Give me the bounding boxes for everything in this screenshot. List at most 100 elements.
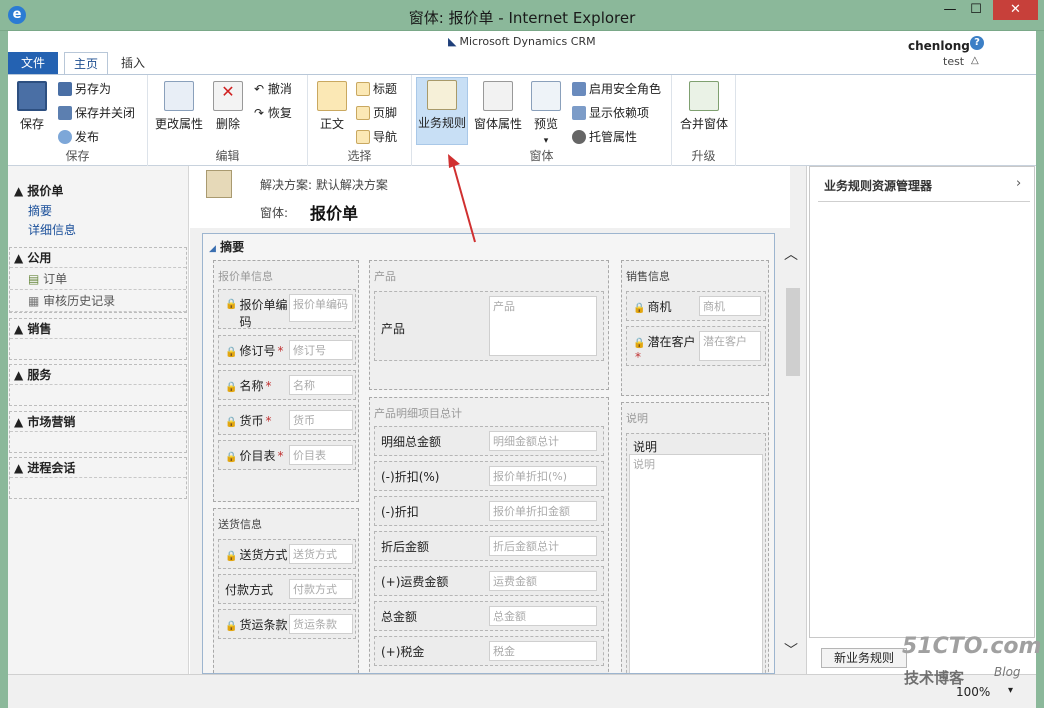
collapse-ribbon-icon[interactable]: △ [971,55,979,66]
field-control[interactable]: 报价单折扣金额 [489,501,597,521]
field-discount-percent[interactable]: (-)折扣(%) 报价单折扣(%) [374,461,604,491]
redo-button[interactable]: ↷ 恢复 [254,102,292,124]
scrollbar-thumb[interactable] [786,288,800,376]
field-control[interactable]: 商机 [699,296,761,316]
field-control[interactable]: 报价单编码 [289,294,353,322]
save-button[interactable]: 保存 [12,79,52,132]
field-freight-amount[interactable]: (+)运费金额 运费金额 [374,566,604,596]
field-control[interactable]: 送货方式 [289,544,353,564]
nav-title[interactable]: ▲ 报价单 [14,182,63,199]
org-name: test [943,55,965,68]
nav-section-header[interactable]: ▲ 市场营销 [10,412,186,432]
field-quote-number[interactable]: 🔒报价单编码* 报价单编码 [218,289,356,329]
section-quote-info[interactable]: 报价单信息 🔒报价单编码* 报价单编码 🔒修订号* 修订号 🔒名称* 名称 🔒货… [213,260,359,502]
help-icon[interactable]: ? [970,36,984,50]
field-opportunity[interactable]: 🔒 商机 商机 [626,291,766,321]
tab-home[interactable]: 主页 [64,52,108,74]
field-control[interactable]: 修订号 [289,340,353,360]
delete-button[interactable]: ✕ 删除 [210,79,246,132]
field-payment-terms[interactable]: 付款方式 付款方式 [218,574,356,604]
field-products-grid[interactable]: 产品 产品 [374,291,604,361]
minimize-button[interactable]: — [937,0,963,20]
field-currency[interactable]: 🔒 货币 * 货币 [218,405,356,435]
enable-security-roles-button[interactable]: 启用安全角色 [572,78,661,100]
publish-button[interactable]: 发布 [58,126,99,148]
field-price-list[interactable]: 🔒 价目表 * 价目表 [218,440,356,470]
field-control[interactable]: 货运条款 [289,614,353,634]
merge-forms-button[interactable]: 合并窗体 [676,79,732,132]
field-control[interactable]: 名称 [289,375,353,395]
nav-section-header[interactable]: ▲ 公用 [10,248,186,268]
field-control[interactable]: 总金额 [489,606,597,626]
field-revision[interactable]: 🔒 修订号 * 修订号 [218,335,356,365]
save-as-button[interactable]: 另存为 [58,78,111,100]
change-properties-button[interactable]: 更改属性 [152,79,206,132]
section-shipping-info[interactable]: 送货信息 🔒 送货方式 送货方式 付款方式 付款方式 🔒 货运条款 货运条款 [213,508,359,673]
field-control[interactable]: 运费金额 [489,571,597,591]
body-button[interactable]: 正文 [314,79,350,132]
section-products[interactable]: 产品 产品 产品 [369,260,609,390]
zoom-dropdown-icon[interactable]: ▾ [1008,685,1013,696]
tab-file[interactable]: 文件 [8,52,58,74]
field-control[interactable]: 说明 [629,454,763,673]
field-total-amount[interactable]: 总金额 总金额 [374,601,604,631]
nav-section-header[interactable]: ▲ 进程会话 [10,458,186,478]
close-button[interactable]: ✕ [993,0,1038,20]
field-tax[interactable]: (+)税金 税金 [374,636,604,666]
preview-button[interactable]: 预览 ▾ [526,79,566,146]
nav-section-header[interactable]: ▲ 服务 [10,365,186,385]
field-detail-amount[interactable]: 明细总金额 明细金额总计 [374,426,604,456]
field-control[interactable]: 明细金额总计 [489,431,597,451]
required-indicator: * [277,449,284,463]
undo-button[interactable]: ↶ 撤消 [254,78,292,100]
field-freight-terms[interactable]: 🔒 货运条款 货运条款 [218,609,356,639]
form-canvas[interactable]: ◢ 摘要 报价单信息 🔒报价单编码* 报价单编码 🔒修订号* 修订号 🔒名称* … [202,233,775,674]
nav-section-drop-area[interactable] [10,478,186,498]
section-description[interactable]: 说明 说明 说明 [621,402,769,673]
required-indicator: * [635,350,641,364]
show-dependencies-button[interactable]: 显示依赖项 [572,102,649,124]
field-label-text: 商机 [647,300,672,314]
field-control[interactable]: 货币 [289,410,353,430]
form-tab-summary[interactable]: ◢ 摘要 [209,238,244,255]
form-properties-button[interactable]: 窗体属性 [472,79,524,132]
scroll-up-icon[interactable]: ︿ [784,244,798,264]
tab-insert[interactable]: 插入 [114,52,152,74]
field-control[interactable]: 折后金额总计 [489,536,597,556]
nav-item-audit-history[interactable]: ▦ 审核历史记录 [10,290,186,312]
maximize-button[interactable]: ☐ [963,0,989,20]
field-shipping-method[interactable]: 🔒 送货方式 送货方式 [218,539,356,569]
field-control[interactable]: 报价单折扣(%) [489,466,597,486]
nav-item-order[interactable]: ▤ 订单 [10,268,186,290]
field-description[interactable]: 说明 说明 [626,433,766,673]
managed-properties-button[interactable]: 托管属性 [572,126,637,148]
footer-button[interactable]: 页脚 [356,102,397,124]
chevron-right-icon[interactable]: › [1016,176,1021,191]
new-business-rule-button[interactable]: 新业务规则 [821,648,907,668]
field-control[interactable]: 税金 [489,641,597,661]
field-control[interactable]: 价目表 [289,445,353,465]
field-pre-freight-amount[interactable]: 折后金额 折后金额总计 [374,531,604,561]
scroll-down-icon[interactable]: ﹀ [784,640,798,660]
business-rules-button[interactable]: 业务规则 [416,77,468,145]
header-button[interactable]: 标题 [356,78,397,100]
section-title: 报价单信息 [218,270,273,283]
section-product-totals[interactable]: 产品明细项目总计 明细总金额 明细金额总计 (-)折扣(%) 报价单折扣(%) … [369,397,609,673]
nav-section-drop-area[interactable] [10,339,186,359]
save-close-button[interactable]: 保存并关闭 [58,102,135,124]
section-sales-info[interactable]: 销售信息 🔒 商机 商机 🔒 潜在客户 * 潜在客户 [621,260,769,396]
field-name[interactable]: 🔒 名称 * 名称 [218,370,356,400]
field-discount-amount[interactable]: (-)折扣 报价单折扣金额 [374,496,604,526]
nav-section-header[interactable]: ▲ 销售 [10,319,186,339]
field-control[interactable]: 付款方式 [289,579,353,599]
nav-item-summary[interactable]: 摘要 [28,202,52,219]
nav-section-drop-area[interactable] [10,385,186,405]
field-control[interactable]: 产品 [489,296,597,356]
nav-item-details[interactable]: 详细信息 [28,221,76,238]
field-control[interactable]: 潜在客户 [699,331,761,361]
field-potential-customer[interactable]: 🔒 潜在客户 * 潜在客户 [626,326,766,366]
navigation-button[interactable]: 导航 [356,126,397,148]
enable-security-label: 启用安全角色 [589,82,662,96]
user-name[interactable]: chenlong [908,39,970,53]
nav-section-drop-area[interactable] [10,432,186,452]
